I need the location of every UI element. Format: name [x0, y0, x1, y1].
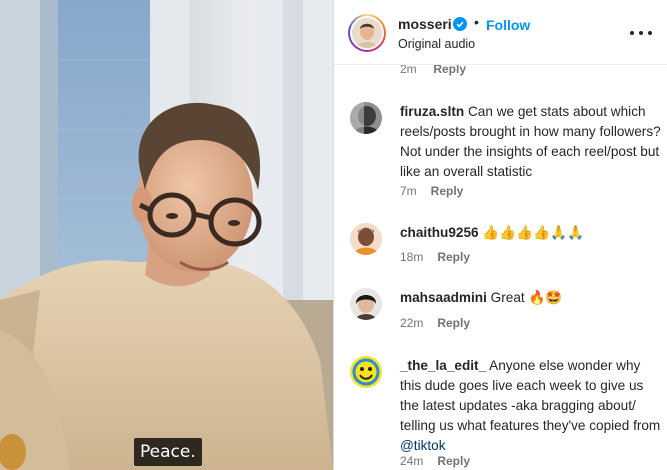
avatar[interactable] [350, 223, 382, 255]
mention-link[interactable]: @tiktok [400, 438, 446, 453]
avatar[interactable] [350, 102, 382, 134]
comment-body: chaithu9256 👍👍👍👍🙏🙏 [400, 223, 662, 243]
follow-button[interactable]: Follow [486, 17, 530, 33]
comment-time: 22m [400, 316, 424, 330]
comment-text: Great 🔥🤩 [490, 290, 563, 305]
comment-time: 18m [400, 250, 424, 264]
comments-panel: 2m Reply firuza.sltn Can we get stats ab… [333, 0, 667, 470]
comment-username[interactable]: chaithu9256 [400, 225, 479, 240]
audio-label[interactable]: Original audio [398, 37, 475, 51]
avatar[interactable] [350, 356, 382, 388]
video-caption: Peace. [134, 438, 202, 466]
post-username[interactable]: mosseri [398, 16, 452, 32]
comment-meta: 18m Reply [400, 250, 470, 264]
avatar[interactable] [348, 14, 386, 52]
more-options-icon[interactable] [630, 22, 652, 44]
comment-body: _the_la_edit_ Anyone else wonder why thi… [400, 356, 662, 456]
reel-video[interactable]: Peace. [0, 0, 333, 470]
verified-badge-icon [453, 17, 467, 31]
reply-button[interactable]: Reply [431, 184, 464, 198]
comment-username[interactable]: _the_la_edit_ [400, 358, 486, 373]
comment-meta: 22m Reply [400, 316, 470, 330]
reply-button[interactable]: Reply [437, 454, 470, 468]
comments-list[interactable]: 2m Reply firuza.sltn Can we get stats ab… [334, 0, 667, 470]
comment-meta: 7m Reply [400, 184, 463, 198]
comment-body: mahsaadmini Great 🔥🤩 [400, 288, 662, 308]
comment-username[interactable]: firuza.sltn [400, 104, 464, 119]
comment-username[interactable]: mahsaadmini [400, 290, 487, 305]
comment-time: 7m [400, 184, 417, 198]
comment-time: 24m [400, 454, 424, 468]
comment-text: 👍👍👍👍🙏🙏 [482, 225, 584, 240]
reel-viewer: Peace. 2m Reply firuza.sltn Can we get s… [0, 0, 667, 470]
reply-button[interactable]: Reply [437, 316, 470, 330]
avatar[interactable] [350, 288, 382, 320]
comment-body: firuza.sltn Can we get stats about which… [400, 102, 662, 182]
video-frame [0, 0, 333, 470]
separator-dot: • [474, 14, 479, 30]
reply-button[interactable]: Reply [437, 250, 470, 264]
post-header: mosseri • Follow Original audio [334, 0, 667, 65]
comment-meta: 24m Reply [400, 454, 470, 468]
